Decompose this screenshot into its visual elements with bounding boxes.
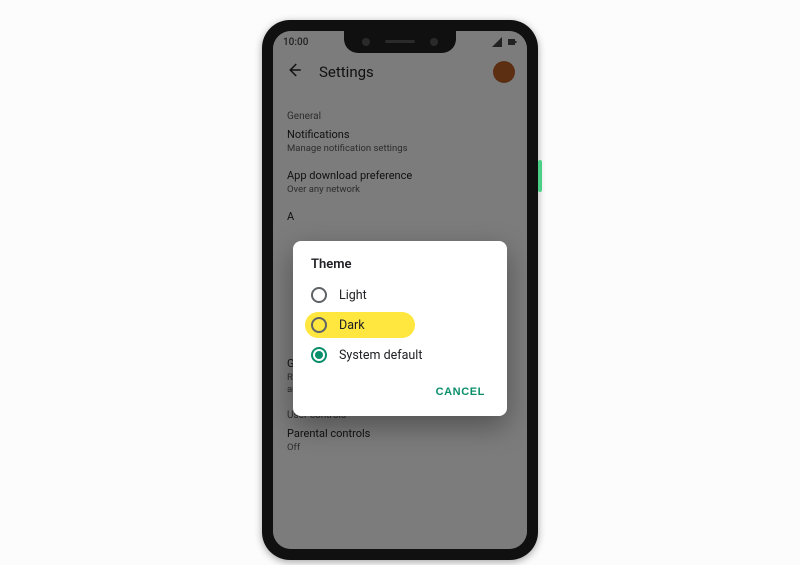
radio-icon (311, 317, 327, 333)
cancel-button[interactable]: CANCEL (428, 380, 493, 404)
power-button (538, 160, 542, 192)
status-icons (492, 37, 517, 47)
radio-icon (311, 347, 327, 363)
dialog-title: Theme (293, 257, 507, 280)
screen: 10:00 Settings General Notifications (273, 31, 527, 549)
option-label: Dark (339, 318, 365, 333)
status-time: 10:00 (283, 37, 308, 48)
option-label: Light (339, 288, 367, 303)
theme-option-dark[interactable]: Dark (293, 310, 507, 340)
theme-option-system-default[interactable]: System default (293, 340, 507, 370)
radio-icon (311, 287, 327, 303)
theme-dialog: Theme Light Dark System default CANCEL (293, 241, 507, 416)
signal-icon (492, 37, 502, 47)
device-frame: 10:00 Settings General Notifications (262, 20, 538, 560)
option-label: System default (339, 348, 422, 363)
display-notch (344, 31, 456, 53)
theme-option-light[interactable]: Light (293, 280, 507, 310)
speaker-grille (385, 40, 415, 43)
battery-icon (507, 37, 517, 47)
dialog-actions: CANCEL (293, 370, 507, 410)
